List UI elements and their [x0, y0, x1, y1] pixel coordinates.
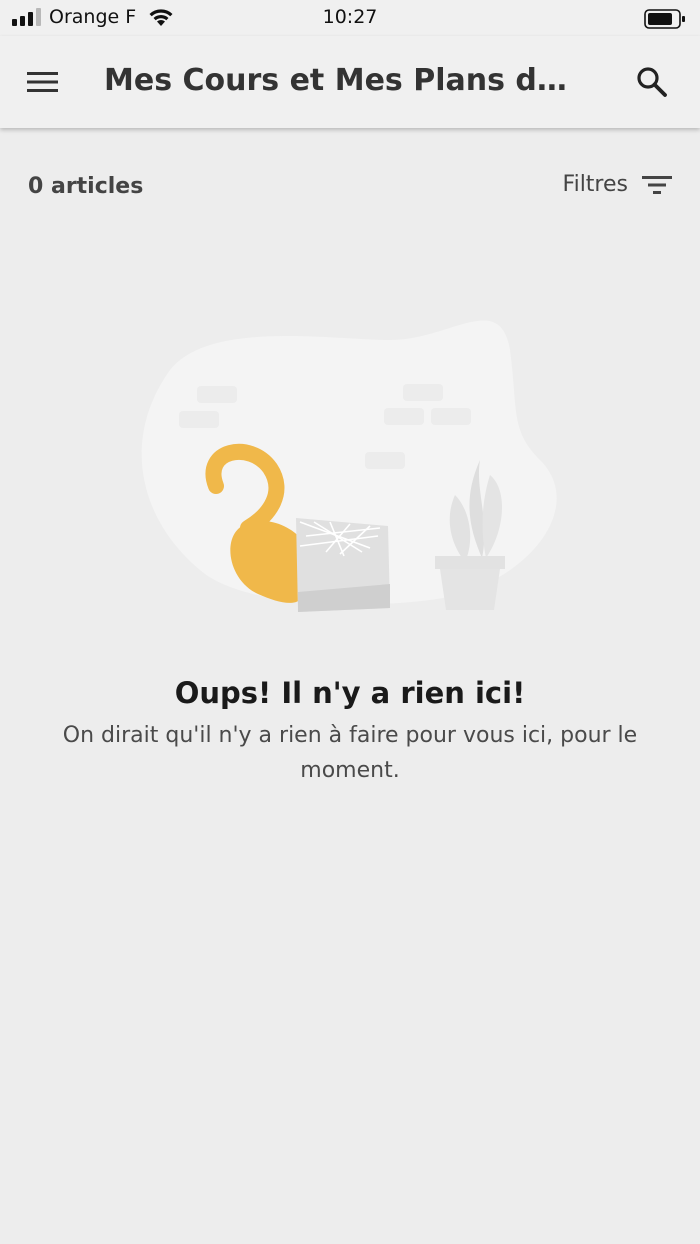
- status-bar: Orange F 10:27: [0, 0, 700, 36]
- app-bar: Mes Cours et Mes Plans de Formation: [0, 36, 700, 128]
- search-button[interactable]: [634, 64, 670, 100]
- plant-pot: [440, 569, 500, 610]
- hamburger-menu-icon: [27, 72, 58, 92]
- empty-state-title: Oups! Il n'y a rien ici!: [174, 676, 526, 710]
- filters-button[interactable]: Filtres: [563, 172, 672, 197]
- brick: [197, 386, 237, 403]
- article-count: 0 articles: [28, 174, 144, 199]
- brick: [403, 384, 443, 401]
- battery-icon: [644, 9, 685, 29]
- pot-rim: [435, 556, 505, 569]
- clock: 10:27: [322, 6, 378, 28]
- filters-label: Filtres: [562, 172, 628, 197]
- search-icon: [637, 67, 667, 97]
- empty-state-message: On dirait qu'il n'y a rien à faire pour …: [62, 723, 638, 783]
- filter-lines-icon: [642, 175, 672, 194]
- brick: [431, 408, 471, 425]
- brick: [384, 408, 424, 425]
- page-title: Mes Cours et Mes Plans de Formation: [104, 63, 576, 98]
- menu-button[interactable]: [22, 64, 62, 100]
- brick: [365, 452, 405, 469]
- empty-state-illustration: [141, 320, 557, 612]
- brick: [179, 411, 219, 428]
